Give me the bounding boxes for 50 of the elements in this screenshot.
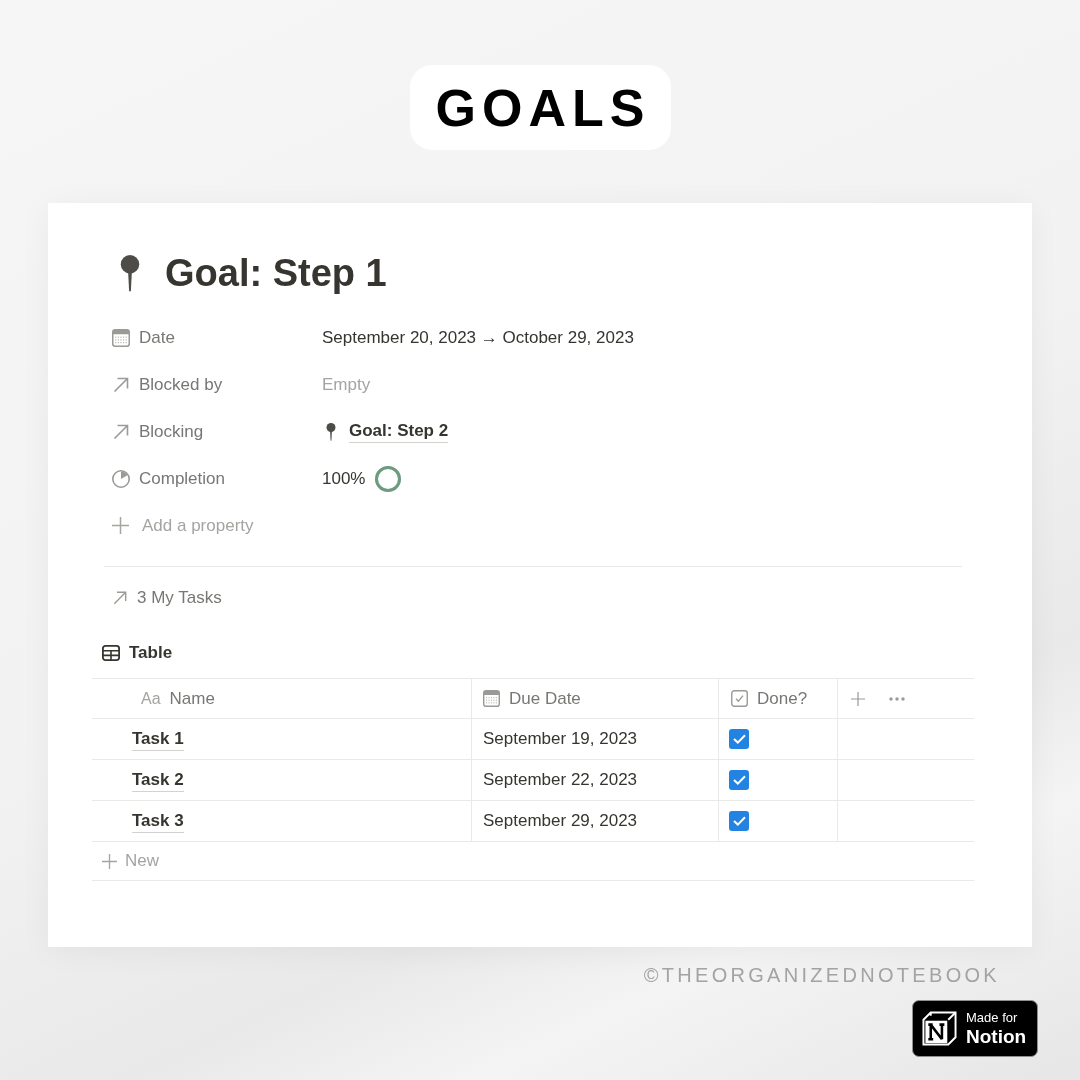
task-link[interactable]: Task 3 xyxy=(132,809,184,833)
progress-ring xyxy=(375,465,402,492)
more-options-icon xyxy=(889,696,905,701)
banner-title: GOALS xyxy=(434,81,651,134)
copyright-text: ©THEORGANIZEDNOTEBOOK xyxy=(643,963,1000,987)
column-header[interactable]: Due Date xyxy=(483,685,581,712)
made-for-notion-badge[interactable]: Made for Notion xyxy=(912,1000,1038,1057)
plus-icon xyxy=(851,691,865,706)
more-button[interactable] xyxy=(889,696,905,701)
check-icon xyxy=(732,816,746,826)
task-link[interactable]: Task 1 xyxy=(132,727,184,751)
due-date-text: September 19, 2023 xyxy=(483,728,638,751)
property-label[interactable]: Completion xyxy=(112,465,225,492)
pie-chart-icon xyxy=(112,469,130,488)
arrow-up-right-icon xyxy=(113,376,129,393)
new-row-button[interactable]: New xyxy=(102,848,159,874)
checked-square-icon xyxy=(731,690,748,707)
arrow-up-right-icon xyxy=(113,591,127,605)
column-header[interactable]: Done? xyxy=(731,685,808,712)
date-value[interactable]: September 20, 2023 → October 29, 2023 xyxy=(322,324,634,351)
column-header[interactable]: Aa Name xyxy=(141,685,215,712)
related-tasks-link[interactable]: 3 My Tasks xyxy=(113,585,222,611)
pushpin-icon xyxy=(326,422,336,441)
due-date-text: September 22, 2023 xyxy=(483,769,638,792)
table-view-tab[interactable]: Table xyxy=(102,640,173,666)
property-label[interactable]: Blocking xyxy=(112,418,204,445)
page-link[interactable]: Goal: Step 2 xyxy=(349,420,449,443)
badge-title: Notion xyxy=(966,1027,1027,1046)
calendar-icon xyxy=(483,690,500,707)
plus-icon xyxy=(102,853,117,869)
calendar-icon xyxy=(112,328,130,347)
arrow-up-right-icon xyxy=(113,423,129,440)
pushpin-icon xyxy=(120,254,140,292)
plus-icon xyxy=(112,517,129,534)
page-title: Goal: Step 1 xyxy=(165,254,387,292)
checkbox[interactable] xyxy=(729,770,749,790)
cube-logo-icon xyxy=(922,1011,957,1046)
check-icon xyxy=(732,775,746,785)
due-date-text: September 29, 2023 xyxy=(483,810,638,833)
property-label[interactable]: Blocked by xyxy=(112,371,223,398)
checkbox[interactable] xyxy=(729,729,749,749)
table-icon xyxy=(102,645,120,661)
check-icon xyxy=(732,734,746,744)
add-property-button[interactable]: Add a property xyxy=(112,512,254,539)
empty-placeholder[interactable]: Empty xyxy=(322,371,371,398)
property-label[interactable]: Date xyxy=(112,324,175,351)
checkbox[interactable] xyxy=(729,811,749,831)
completion-value: 100% xyxy=(322,467,366,490)
task-link[interactable]: Task 2 xyxy=(132,768,184,792)
badge-caption: Made for xyxy=(966,1011,1019,1024)
